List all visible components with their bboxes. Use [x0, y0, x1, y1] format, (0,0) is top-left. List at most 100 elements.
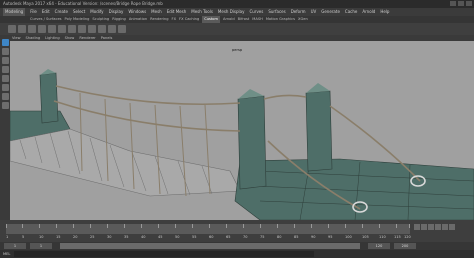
tab-animation[interactable]: Animation	[129, 16, 147, 23]
menu-help[interactable]: Help	[380, 8, 389, 16]
tab-bifrost[interactable]: Bifrost	[238, 16, 250, 23]
select-tool-icon[interactable]	[1, 39, 9, 46]
time-tick-label: 100	[345, 235, 352, 239]
command-input[interactable]	[14, 251, 315, 257]
tab-fx-caching[interactable]: FX Caching	[179, 16, 199, 23]
shelf-tabs: Curves / Surfaces Poly Modeling Sculptin…	[0, 16, 474, 23]
time-tick-label: 65	[226, 235, 231, 239]
menu-generate[interactable]: Generate	[321, 8, 340, 16]
menu-surfaces[interactable]: Surfaces	[268, 8, 285, 16]
time-tick-label: 115	[394, 235, 401, 239]
menu-windows[interactable]: Windows	[128, 8, 146, 16]
lasso-tool-icon[interactable]	[1, 48, 9, 55]
range-end-field[interactable]: 200	[394, 243, 416, 249]
time-tick-label: 90	[311, 235, 316, 239]
layout-single-icon[interactable]	[1, 93, 9, 100]
command-line: MEL	[0, 250, 474, 258]
shelf-tool-icon[interactable]	[58, 25, 66, 33]
menu-display[interactable]: Display	[109, 8, 124, 16]
shelf-tool-icon[interactable]	[8, 25, 16, 33]
go-to-end-icon[interactable]	[449, 224, 455, 230]
time-tick-label: 50	[175, 235, 180, 239]
move-tool-icon[interactable]	[1, 66, 9, 73]
right-stone-post-back	[305, 90, 333, 172]
shelf-tool-icon[interactable]	[88, 25, 96, 33]
range-start-field[interactable]: 1	[4, 243, 26, 249]
bridge-planks	[10, 128, 241, 197]
tab-xgen[interactable]: XGen	[298, 16, 308, 23]
menu-select[interactable]: Select	[73, 8, 85, 16]
menu-set-selector[interactable]: Modeling	[3, 8, 26, 16]
shelf-tool-icon[interactable]	[48, 25, 56, 33]
menu-file[interactable]: File	[30, 8, 37, 16]
time-tick-label: 110	[379, 235, 386, 239]
shelf-tool-icon[interactable]	[118, 25, 126, 33]
range-inner-end-field[interactable]: 120	[368, 243, 390, 249]
time-tick-label: 10	[39, 235, 44, 239]
menu-arnold[interactable]: Arnold	[362, 8, 375, 16]
tab-curves-surfaces[interactable]: Curves / Surfaces	[30, 16, 62, 23]
close-icon[interactable]	[466, 1, 472, 6]
menu-curves[interactable]: Curves	[249, 8, 263, 16]
go-to-start-icon[interactable]	[414, 224, 420, 230]
minimize-icon[interactable]	[450, 1, 456, 6]
maximize-icon[interactable]	[458, 1, 464, 6]
left-stone-post	[39, 72, 59, 124]
rope-bridge-scene	[10, 69, 474, 220]
tab-motion-graphics[interactable]: Motion Graphics	[266, 16, 295, 23]
tab-sculpting[interactable]: Sculpting	[92, 16, 109, 23]
tab-mash[interactable]: MASH	[252, 16, 263, 23]
playback-controls	[414, 224, 455, 230]
tab-rigging[interactable]: Rigging	[112, 16, 126, 23]
step-forward-icon[interactable]	[442, 224, 448, 230]
shelf-tool-icon[interactable]	[18, 25, 26, 33]
step-back-icon[interactable]	[421, 224, 427, 230]
menu-mesh-tools[interactable]: Mesh Tools	[191, 8, 213, 16]
tab-fx[interactable]: FX	[172, 16, 177, 23]
scale-tool-icon[interactable]	[1, 84, 9, 91]
tab-rendering[interactable]: Rendering	[150, 16, 168, 23]
time-tick-label: 95	[328, 235, 333, 239]
time-slider-track[interactable]	[6, 224, 410, 234]
time-tick-label: 20	[73, 235, 78, 239]
time-tick-label: 40	[141, 235, 146, 239]
range-inner-start-field[interactable]: 1	[30, 243, 52, 249]
menu-deform[interactable]: Deform	[291, 8, 306, 16]
tab-custom[interactable]: Custom	[202, 16, 221, 23]
paint-select-icon[interactable]	[1, 57, 9, 64]
shelf-tool-icon[interactable]	[38, 25, 46, 33]
viewport-3d[interactable]: persp	[10, 41, 474, 220]
shelf-tool-icon[interactable]	[68, 25, 76, 33]
time-tick-label: 15	[56, 235, 61, 239]
time-tick-label: 35	[124, 235, 129, 239]
menu-mesh[interactable]: Mesh	[151, 8, 162, 16]
tab-arnold[interactable]: Arnold	[223, 16, 235, 23]
range-slider[interactable]	[60, 243, 360, 249]
time-tick-label: 105	[362, 235, 369, 239]
menu-mesh-display[interactable]: Mesh Display	[218, 8, 245, 16]
menu-create[interactable]: Create	[55, 8, 68, 16]
time-tick-label: 80	[277, 235, 282, 239]
script-language-label[interactable]: MEL	[3, 250, 10, 258]
menu-cache[interactable]: Cache	[345, 8, 357, 16]
shelf-tool-icon[interactable]	[108, 25, 116, 33]
shelf-tool-icon[interactable]	[78, 25, 86, 33]
time-slider[interactable]: 1 5 10 15 20 25 30 35 40 45 50 55 60 65 …	[0, 220, 474, 242]
time-tick-label: 120	[404, 235, 411, 239]
layout-four-icon[interactable]	[1, 102, 9, 109]
play-backward-icon[interactable]	[428, 224, 434, 230]
time-tick-label: 85	[294, 235, 299, 239]
shelf-tool-icon[interactable]	[98, 25, 106, 33]
play-forward-icon[interactable]	[435, 224, 441, 230]
menu-edit-mesh[interactable]: Edit Mesh	[167, 8, 187, 16]
menu-modify[interactable]: Modify	[90, 8, 103, 16]
time-tick-label: 60	[209, 235, 214, 239]
time-tick-label: 30	[107, 235, 112, 239]
time-tick-label: 5	[22, 235, 25, 239]
shelf-tool-icon[interactable]	[28, 25, 36, 33]
right-stone-post-front	[237, 95, 267, 190]
menu-uv[interactable]: UV	[311, 8, 317, 16]
rotate-tool-icon[interactable]	[1, 75, 9, 82]
tab-poly-modeling[interactable]: Poly Modeling	[65, 16, 90, 23]
menu-edit[interactable]: Edit	[42, 8, 50, 16]
